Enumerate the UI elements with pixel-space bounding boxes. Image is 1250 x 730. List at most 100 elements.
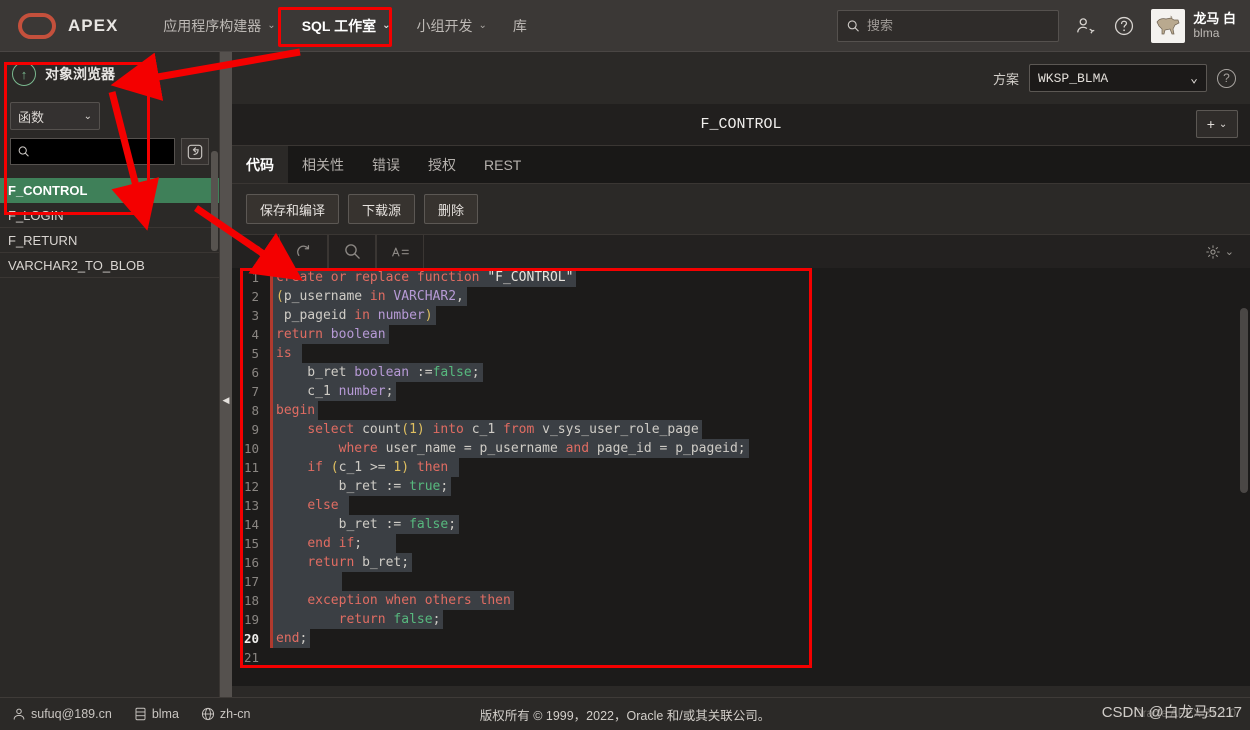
download-source-button[interactable]: 下载源 [348, 194, 416, 224]
find-icon[interactable] [328, 234, 376, 269]
collapse-up-icon[interactable]: ↑ [12, 62, 36, 86]
list-item-label: F_RETURN [8, 232, 78, 248]
tab-rest[interactable]: REST [470, 146, 535, 183]
code-line[interactable]: 2 (p_username in VARCHAR2, [232, 287, 1250, 306]
code-line[interactable]: 15 end if; [232, 534, 1250, 553]
code-line[interactable]: 14 b_ret := false; [232, 515, 1250, 534]
tab-errors[interactable]: 错误 [358, 146, 414, 183]
object-title-bar: F_CONTROL + ⌄ [232, 104, 1250, 146]
list-item-f-return[interactable]: F_RETURN [0, 228, 219, 253]
undo-icon[interactable] [232, 234, 280, 269]
tab-code[interactable]: 代码 [232, 146, 288, 183]
tab-dependencies[interactable]: 相关性 [288, 146, 358, 183]
code-token: v_sys_user_role_page [542, 422, 699, 437]
line-number: 15 [243, 536, 259, 551]
schema-label: 方案 [992, 71, 1019, 87]
code-token: is [276, 346, 300, 361]
code-token: ) [416, 422, 433, 437]
nav-item-sql-workshop[interactable]: SQL 工作室 ⌄ [289, 9, 404, 43]
line-number: 19 [243, 612, 259, 627]
code-line[interactable]: 19 return false; [232, 610, 1250, 629]
code-line[interactable]: 21 [232, 648, 1250, 667]
global-search[interactable] [837, 9, 1060, 42]
nav-item-app-builder[interactable]: 应用程序构建器 ⌄ [150, 9, 288, 43]
format-icon[interactable] [376, 234, 424, 269]
code-line[interactable]: 8 begin [232, 401, 1250, 420]
reset-icon[interactable] [181, 138, 209, 165]
help-icon[interactable] [1113, 15, 1135, 37]
code-line[interactable]: 20 end; [232, 629, 1250, 648]
line-number: 12 [243, 479, 259, 494]
code-token: ; [471, 365, 480, 380]
code-line[interactable]: 1 create or replace function "F_CONTROL" [232, 268, 1250, 287]
code-line[interactable]: 16 return b_ret; [232, 553, 1250, 572]
code-token: else [307, 498, 347, 513]
redo-icon[interactable] [280, 234, 328, 269]
save-and-compile-button[interactable]: 保存和编译 [246, 194, 340, 224]
schema-select[interactable]: WKSP_BLMA ⌄ [1029, 64, 1207, 92]
tab-rest-label: REST [484, 156, 522, 173]
line-number: 3 [251, 308, 259, 323]
add-user-icon[interactable] [1075, 15, 1097, 37]
line-number: 2 [251, 289, 259, 304]
code-line[interactable]: 9 select count(1) into c_1 from v_sys_us… [232, 420, 1250, 439]
code-token: , [456, 289, 464, 304]
apex-logo[interactable]: APEX [0, 12, 118, 39]
delete-button[interactable]: 删除 [424, 194, 479, 224]
object-type-select[interactable]: 函数 ⌄ [10, 102, 100, 130]
code-line-text: c_1 number; [273, 382, 397, 401]
create-object-button[interactable]: + ⌄ [1196, 110, 1238, 138]
nav-item-team-development[interactable]: 小组开发 ⌄ [404, 9, 500, 43]
search-icon [18, 146, 29, 157]
code-token: ( [330, 460, 339, 475]
global-search-input[interactable] [867, 18, 1050, 33]
splitter-collapse-icon[interactable]: ◀ [222, 392, 230, 408]
list-item-f-login[interactable]: F_LOGIN [0, 203, 219, 228]
code-line-text: b_ret := true; [273, 477, 452, 496]
tab-grants[interactable]: 授权 [414, 146, 470, 183]
code-line[interactable]: 10 where user_name = p_username and page… [232, 439, 1250, 458]
code-token: ; [440, 479, 449, 494]
object-search-row [10, 138, 209, 165]
code-line-text: (p_username in VARCHAR2, [273, 287, 467, 306]
code-line[interactable]: 12 b_ret := true; [232, 477, 1250, 496]
list-item-f-control[interactable]: F_CONTROL [0, 178, 219, 203]
copyright-text: 版权所有 © 1999，2022，Oracle 和/或其关联公司。 [479, 708, 771, 723]
nav-item-gallery[interactable]: 库 [500, 9, 540, 43]
code-editor[interactable]: 1 create or replace function "F_CONTROL" 2… [232, 268, 1250, 686]
object-search-input[interactable] [35, 144, 167, 159]
sidebar-splitter[interactable]: ◀ [220, 52, 232, 697]
code-token: ) [424, 308, 433, 323]
help-icon[interactable]: ? [1217, 68, 1236, 88]
code-line-text: where user_name = p_username and page_id… [273, 439, 749, 458]
editor-scrollbar[interactable] [1240, 308, 1248, 493]
code-line[interactable]: 6 b_ret boolean :=false; [232, 363, 1250, 382]
code-token: select [307, 422, 363, 437]
code-line[interactable]: 5 is [232, 344, 1250, 363]
apex-logo-icon [18, 12, 56, 39]
action-button-bar: 保存和编译 下载源 删除 [232, 184, 1250, 234]
line-number: 18 [243, 593, 259, 608]
code-line[interactable]: 18 exception when others then [232, 591, 1250, 610]
code-line-text: create or replace function "F_CONTROL" [273, 268, 577, 287]
sidebar-scrollbar[interactable] [211, 151, 218, 251]
code-line[interactable]: 4 return boolean [232, 325, 1250, 344]
code-line[interactable]: 7 c_1 number; [232, 382, 1250, 401]
list-item-varchar2-to-blob[interactable]: VARCHAR2_TO_BLOB [0, 253, 219, 278]
code-line[interactable]: 13 else [232, 496, 1250, 515]
chevron-down-icon: ⌄ [1218, 118, 1228, 130]
code-line[interactable]: 3 p_pageid in number) [232, 306, 1250, 325]
editor-settings-button[interactable]: ⌄ [1205, 244, 1250, 260]
user-menu[interactable]: 龙马 白 blma [1151, 8, 1236, 43]
code-line[interactable]: 17 [232, 572, 1250, 591]
list-item-label: F_LOGIN [8, 207, 64, 223]
code-line-text: return boolean [273, 325, 389, 344]
code-line[interactable]: 11 if (c_1 >= 1) then [232, 458, 1250, 477]
editor-toolbar: ⌄ [232, 234, 1250, 269]
chevron-down-icon: ⌄ [1190, 70, 1198, 86]
search-icon [848, 19, 860, 32]
object-search[interactable] [10, 138, 175, 165]
